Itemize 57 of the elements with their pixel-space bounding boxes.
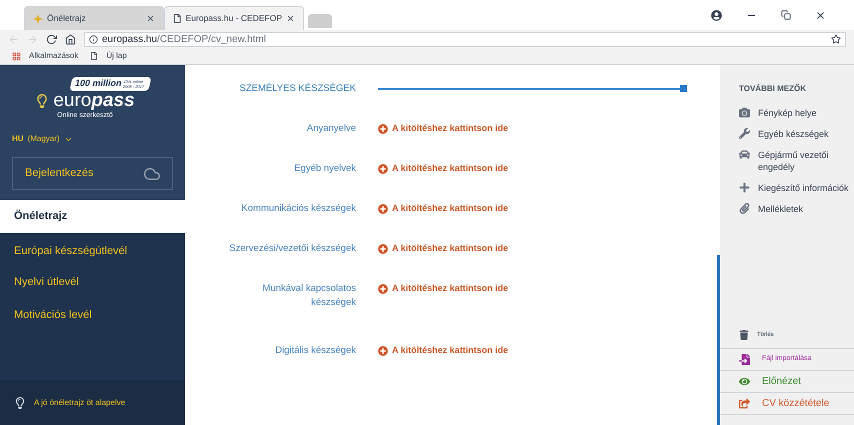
panel-action[interactable]: Előnézet xyxy=(720,371,854,393)
profile-icon[interactable] xyxy=(711,10,722,20)
add-field-link[interactable]: A kitöltéshez kattintson ide xyxy=(378,344,508,358)
close-icon[interactable] xyxy=(146,14,155,23)
browser-tab[interactable]: Önéletrajz xyxy=(24,6,164,30)
url-text: europass.hu/CEDEFOP/cv_new.html xyxy=(102,32,266,46)
portrait-icon xyxy=(739,107,750,118)
scrollbar-thumb[interactable] xyxy=(717,255,720,425)
info-icon xyxy=(89,34,98,44)
cloud-icon xyxy=(144,166,160,182)
panel-item[interactable]: Fénykép helye xyxy=(720,107,854,119)
wrench-icon xyxy=(739,128,750,139)
field-label: Digitális készségek xyxy=(274,344,356,358)
add-field-link[interactable]: A kitöltéshez kattintson ide xyxy=(378,162,508,176)
tab-title: Önéletrajz xyxy=(47,12,87,25)
star-icon xyxy=(33,14,43,24)
sidebar-nav-item[interactable]: Önéletrajz xyxy=(0,200,185,233)
field-label: Szervezési/vezetői készségek xyxy=(228,242,356,256)
panel-item[interactable]: Gépjármű vezetői engedély xyxy=(720,149,854,173)
add-field-link[interactable]: A kitöltéshez kattintson ide xyxy=(378,122,508,136)
panel-item[interactable]: Mellékletek xyxy=(720,203,854,215)
sidebar-footer-link[interactable]: A jó önéletrajz öt alapelve xyxy=(34,396,126,408)
car-icon xyxy=(739,149,750,160)
login-button[interactable]: Bejelentkezés xyxy=(12,157,173,190)
panel-item[interactable]: Egyéb készségek xyxy=(720,128,854,140)
page-icon xyxy=(90,52,98,60)
section-title: SZEMÉLYES KÉSZSÉGEK xyxy=(238,82,356,96)
field-label: Munkával kapcsolatos készségek xyxy=(262,282,356,310)
field-label: Kommunikációs készségek xyxy=(240,202,356,216)
add-field-link[interactable]: A kitöltéshez kattintson ide xyxy=(378,282,508,296)
language-selector[interactable]: HU (Magyar) xyxy=(12,133,173,145)
apps-icon[interactable] xyxy=(12,52,21,60)
plus-icon xyxy=(739,182,750,193)
paperclip-icon xyxy=(739,203,750,214)
panel-title: TOVÁBBI MEZŐK xyxy=(738,83,807,95)
browser-tab[interactable]: Europass.hu - CEDEFOP xyxy=(164,6,304,30)
field-label: Egyéb nyelvek xyxy=(293,162,356,176)
close-icon[interactable] xyxy=(286,14,295,23)
lightbulb-icon xyxy=(14,396,26,408)
logo-wordmark: europass xyxy=(53,90,135,110)
home-icon[interactable] xyxy=(65,34,76,44)
bookmark-link[interactable]: Új lap xyxy=(106,50,127,62)
panel-action[interactable]: CV közzététele xyxy=(720,393,854,415)
reload-icon[interactable] xyxy=(46,34,57,44)
bookmark-star-icon[interactable] xyxy=(831,34,841,44)
restore-icon[interactable] xyxy=(781,10,791,20)
add-field-link[interactable]: A kitöltéshez kattintson ide xyxy=(378,242,508,256)
tab-title: Europass.hu - CEDEFOP xyxy=(186,12,282,25)
panel-item[interactable]: Kiegészítő információk xyxy=(720,182,854,194)
page-icon xyxy=(173,14,182,23)
trash-icon xyxy=(739,330,749,340)
bookmark-link[interactable]: Alkalmazások xyxy=(29,50,78,62)
close-window-icon[interactable] xyxy=(815,10,826,20)
field-label: Anyanyelve xyxy=(306,122,356,136)
add-field-link[interactable]: A kitöltéshez kattintson ide xyxy=(378,202,508,216)
address-bar[interactable]: europass.hu/CEDEFOP/cv_new.html xyxy=(84,32,846,46)
logo-badge-text: 100 million xyxy=(74,77,124,90)
